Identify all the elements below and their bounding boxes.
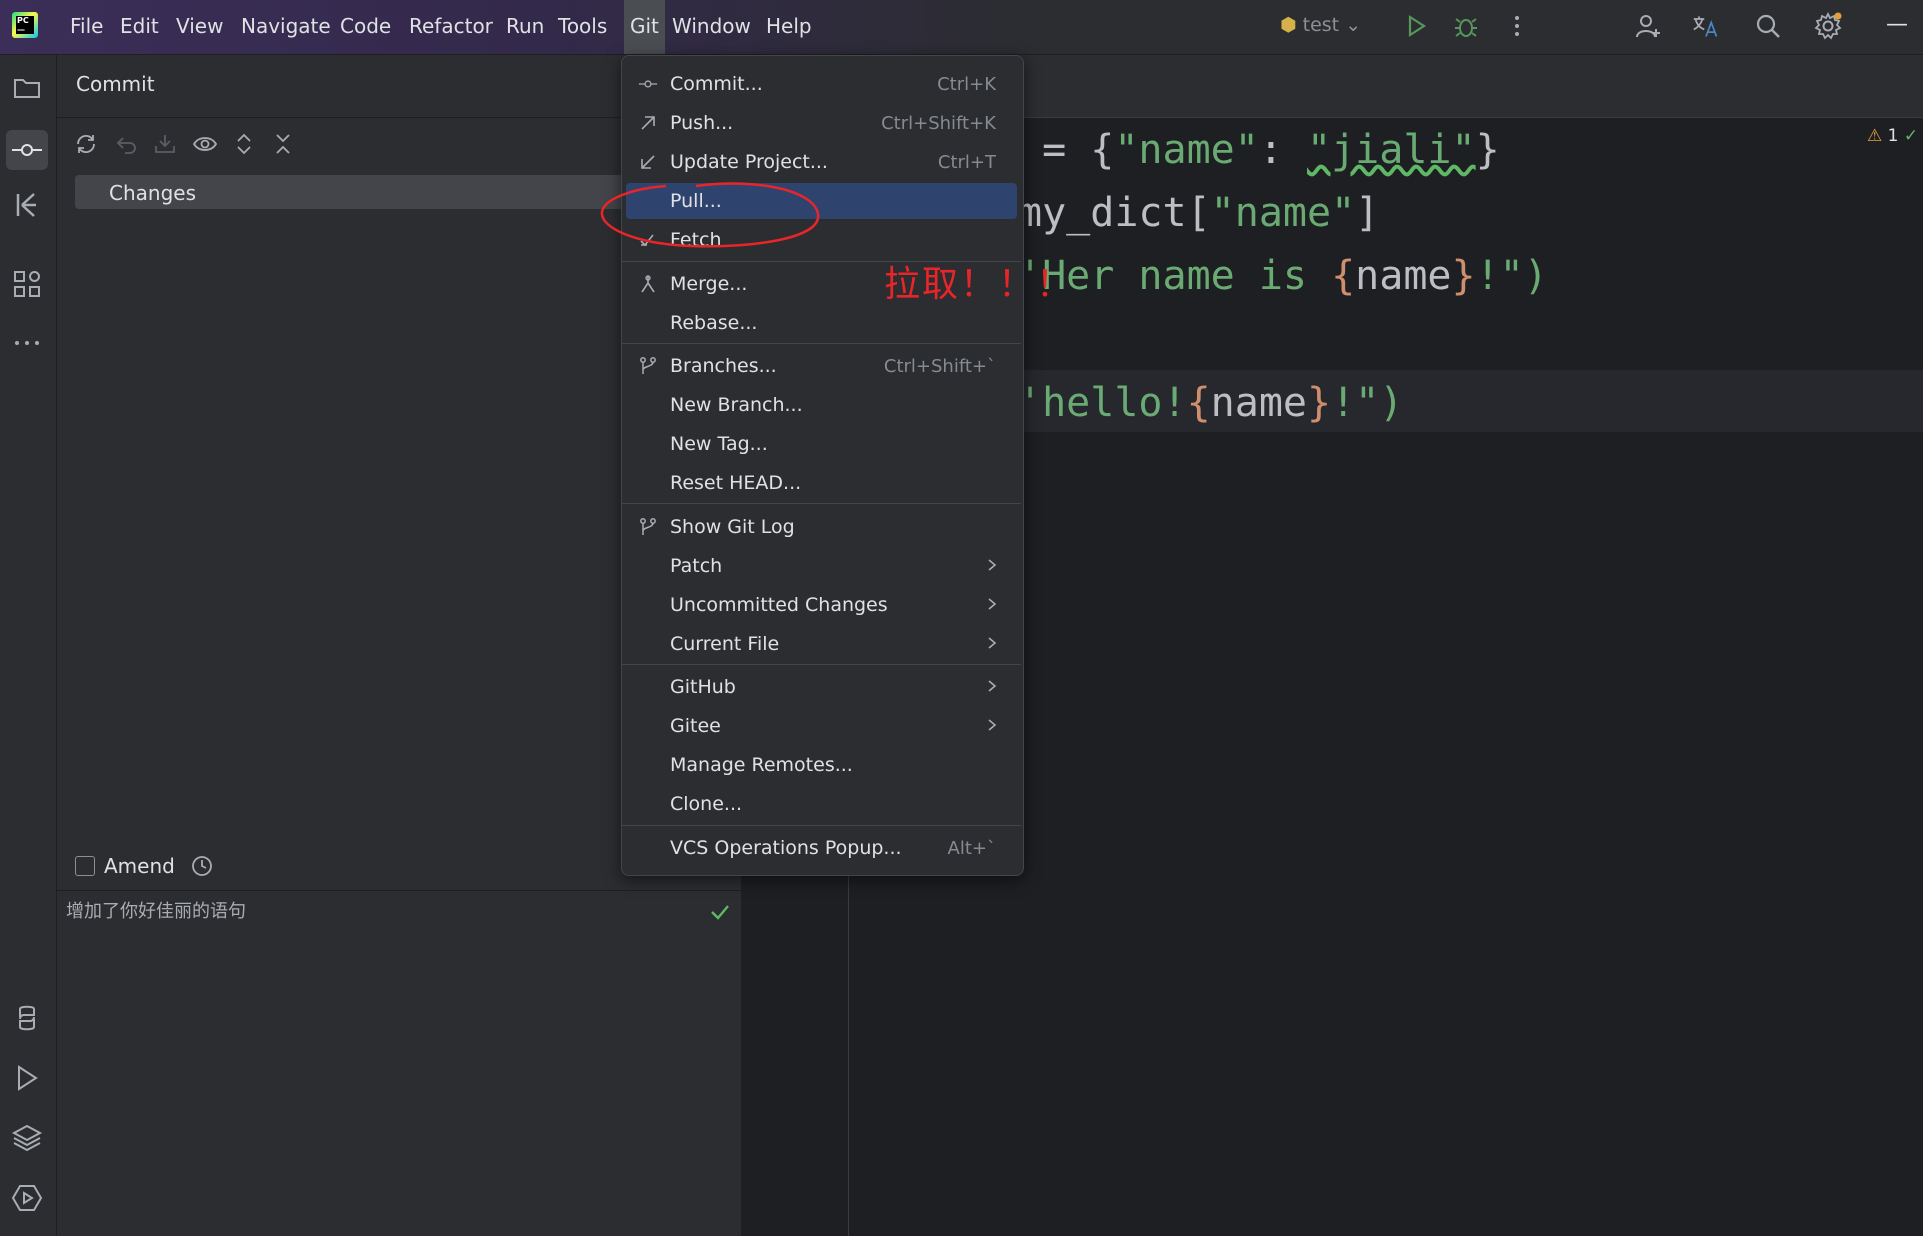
commit-panel-title: Commit	[76, 72, 155, 96]
divider	[57, 890, 741, 891]
menu-run[interactable]: Run	[500, 0, 550, 54]
menu-item-push[interactable]: Push...	[670, 112, 733, 134]
commit-icon	[638, 80, 658, 88]
python-console-icon[interactable]	[10, 1001, 44, 1035]
menu-separator	[622, 343, 1021, 344]
menu-item-github[interactable]: GitHub	[670, 676, 736, 698]
shelve-icon[interactable]	[153, 132, 177, 156]
more-icon[interactable]	[10, 326, 44, 360]
menu-separator	[622, 825, 1021, 826]
services-icon[interactable]	[10, 1181, 44, 1215]
menu-item-merge[interactable]: Merge...	[670, 273, 747, 295]
branch-icon	[640, 357, 656, 374]
rollback-icon[interactable]	[115, 132, 139, 156]
submenu-chevron-right-icon	[988, 680, 997, 692]
menu-item-manage-remotes[interactable]: Manage Remotes...	[670, 754, 853, 776]
expand-all-icon[interactable]	[233, 132, 255, 156]
warning-indicator[interactable]: ⚠ 1 ✓	[1867, 126, 1918, 146]
git-log-icon	[640, 518, 656, 535]
menu-tools[interactable]: Tools	[552, 0, 613, 54]
annotation-circle	[600, 182, 820, 248]
menu-separator	[622, 503, 1021, 504]
code-line: 'hello!{name}!")	[1018, 380, 1404, 426]
menu-code[interactable]: Code	[334, 0, 397, 54]
run-icon[interactable]	[10, 1061, 44, 1095]
changes-label: Changes	[109, 181, 196, 205]
menu-window[interactable]: Window	[666, 0, 757, 54]
minimize-icon[interactable]: —	[1886, 12, 1908, 37]
shortcut-label: Ctrl+Shift+`	[883, 356, 996, 377]
amend-label[interactable]: Amend	[104, 854, 175, 878]
amend-checkbox[interactable]	[75, 856, 95, 876]
layers-icon[interactable]	[10, 1121, 44, 1155]
commit-icon[interactable]	[6, 130, 48, 170]
code-line: 'Her name is {name}!")	[1018, 253, 1548, 299]
menu-item-new-branch[interactable]: New Branch...	[670, 394, 803, 416]
menu-item-commit[interactable]: Commit...	[670, 73, 763, 95]
menu-item-show-git-log[interactable]: Show Git Log	[670, 516, 795, 538]
pycharm-logo-icon[interactable]: PC —	[12, 12, 38, 38]
collapse-all-icon[interactable]	[272, 132, 294, 156]
shortcut-label: Ctrl+K	[937, 74, 996, 95]
left-tool-strip	[0, 55, 57, 1236]
search-icon[interactable]	[1754, 12, 1782, 40]
eye-icon[interactable]	[192, 132, 218, 156]
menu-item-clone[interactable]: Clone...	[670, 793, 742, 815]
submenu-chevron-right-icon	[988, 637, 997, 649]
structure-icon[interactable]	[10, 267, 44, 301]
shortcut-label: Alt+`	[947, 838, 996, 859]
history-clock-icon[interactable]	[190, 854, 214, 878]
run-configuration-selector[interactable]: ⬢ test ⌄	[1280, 14, 1361, 40]
menu-item-branches[interactable]: Branches...	[670, 355, 777, 377]
menu-item-update-project[interactable]: Update Project...	[670, 151, 828, 173]
menu-item-gitee[interactable]: Gitee	[670, 715, 721, 737]
merge-icon	[641, 275, 655, 293]
warning-count: 1	[1887, 126, 1899, 146]
chevron-down-icon: ⌄	[1345, 14, 1362, 36]
check-icon	[711, 905, 729, 920]
submenu-chevron-right-icon	[988, 598, 997, 610]
menu-item-current-file[interactable]: Current File	[670, 633, 779, 655]
submenu-chevron-right-icon	[988, 719, 997, 731]
add-user-icon[interactable]	[1634, 12, 1662, 40]
menu-file[interactable]: File	[64, 0, 109, 54]
folder-icon[interactable]	[10, 70, 44, 104]
annotation-text: 拉取！！！	[884, 264, 1075, 305]
code-line: = {"name": "jiali"}	[1018, 127, 1500, 173]
debug-icon[interactable]	[1452, 12, 1480, 40]
run-config-label: test	[1302, 14, 1340, 36]
menu-edit[interactable]: Edit	[114, 0, 165, 54]
pull-requests-icon[interactable]	[10, 188, 44, 222]
menu-item-rebase[interactable]: Rebase...	[670, 312, 757, 334]
check-icon: ✓	[1903, 126, 1919, 146]
translate-icon[interactable]	[1692, 12, 1720, 40]
shortcut-label: Ctrl+T	[937, 152, 996, 173]
menu-item-new-tag[interactable]: New Tag...	[670, 433, 768, 455]
push-arrow-icon	[641, 116, 655, 130]
menu-refactor[interactable]: Refactor	[403, 0, 499, 54]
menu-help[interactable]: Help	[760, 0, 818, 54]
update-arrow-icon	[641, 155, 655, 169]
code-line: my_dict["name"]	[1018, 190, 1380, 236]
menu-git[interactable]: Git	[624, 0, 665, 54]
settings-gear-icon[interactable]	[1814, 12, 1842, 40]
menu-item-reset-head[interactable]: Reset HEAD...	[670, 472, 801, 494]
warning-icon: ⚠	[1867, 126, 1883, 146]
menu-navigate[interactable]: Navigate	[235, 0, 337, 54]
menu-item-vcs-operations-popup[interactable]: VCS Operations Popup...	[670, 837, 902, 859]
shortcut-label: Ctrl+Shift+K	[881, 113, 996, 134]
menu-view[interactable]: View	[170, 0, 229, 54]
run-icon[interactable]	[1402, 12, 1430, 40]
refresh-icon[interactable]	[74, 132, 98, 156]
submenu-chevron-right-icon	[988, 559, 997, 571]
menu-item-uncommitted-changes[interactable]: Uncommitted Changes	[670, 594, 888, 616]
python-icon: ⬢	[1280, 14, 1297, 36]
menu-separator	[622, 664, 1021, 665]
menu-item-patch[interactable]: Patch	[670, 555, 722, 577]
commit-message-input[interactable]: 增加了你好佳丽的语句	[66, 897, 246, 923]
more-vertical-icon[interactable]	[1503, 12, 1531, 40]
